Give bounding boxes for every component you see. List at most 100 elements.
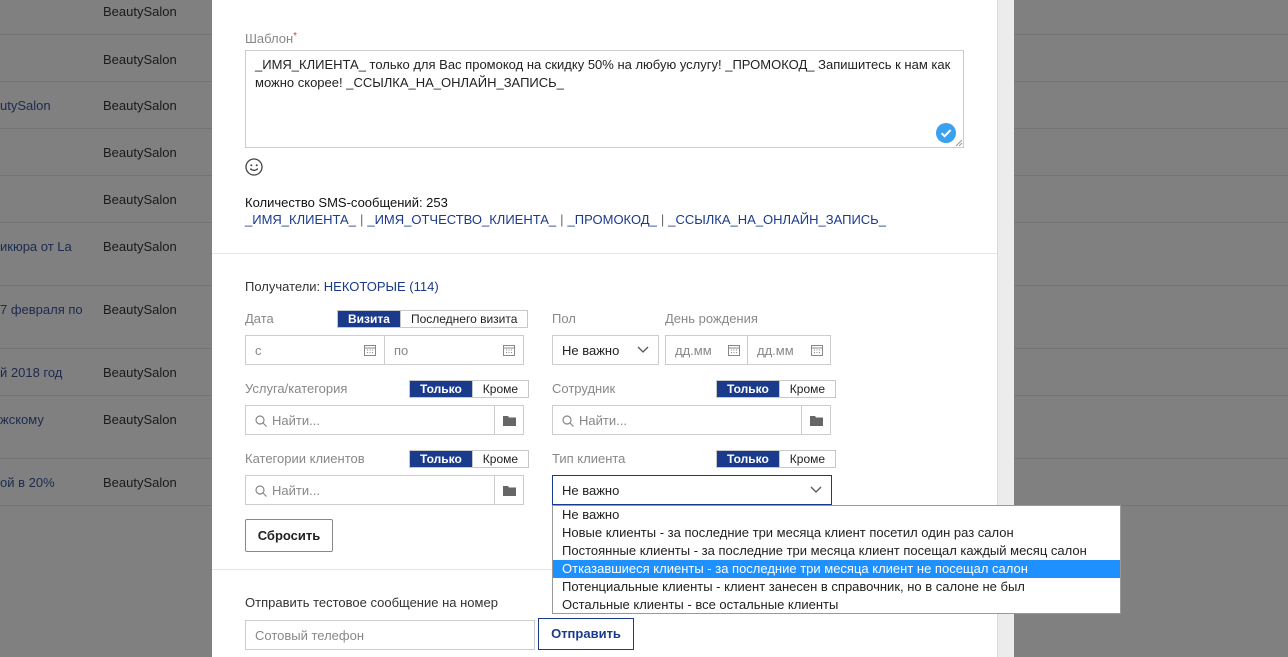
gender-label: Пол bbox=[552, 311, 576, 326]
date-to-placeholder: по bbox=[394, 343, 409, 358]
dropdown-option-highlighted[interactable]: Отказавшиеся клиенты - за последние три … bbox=[553, 560, 1120, 578]
list-item-salon: BeautySalon bbox=[103, 98, 177, 113]
toggle-only[interactable]: Только bbox=[410, 451, 472, 467]
list-item-salon: BeautySalon bbox=[103, 302, 177, 317]
service-folder-button[interactable] bbox=[494, 405, 524, 435]
list-item-name: utySalon bbox=[0, 98, 51, 113]
list-item-salon: BeautySalon bbox=[103, 239, 177, 254]
test-message-label: Отправить тестовое сообщение на номер bbox=[245, 595, 498, 610]
date-label: Дата bbox=[245, 311, 274, 326]
folder-icon bbox=[810, 416, 823, 426]
chevron-down-icon bbox=[637, 346, 649, 353]
list-item-name: жскому bbox=[0, 412, 44, 427]
emoji-icon[interactable] bbox=[245, 158, 263, 176]
dropdown-option[interactable]: Новые клиенты - за последние три месяца … bbox=[553, 524, 1120, 542]
toggle-visit[interactable]: Визита bbox=[338, 311, 400, 327]
search-icon bbox=[255, 485, 267, 497]
required-mark: * bbox=[293, 31, 298, 42]
employee-label: Сотрудник bbox=[552, 381, 616, 396]
list-item-name: й 2018 год bbox=[0, 365, 63, 380]
template-textarea[interactable]: _ИМЯ_КЛИЕНТА_ только для Вас промокод на… bbox=[245, 50, 964, 148]
chevron-down-icon bbox=[810, 486, 822, 493]
dropdown-option[interactable]: Остальные клиенты - все остальные клиент… bbox=[553, 596, 1120, 614]
gender-value: Не важно bbox=[562, 343, 620, 358]
list-item-salon: BeautySalon bbox=[103, 52, 177, 67]
check-icon bbox=[936, 123, 956, 143]
calendar-icon bbox=[503, 345, 515, 356]
birthday-from-input[interactable]: дд.мм bbox=[665, 335, 748, 365]
list-item-name: 7 февраля по bbox=[0, 302, 83, 317]
birthday-from-placeholder: дд.мм bbox=[675, 343, 712, 358]
dropdown-option[interactable]: Не важно bbox=[553, 506, 1120, 524]
variable-link[interactable]: _ИМЯ_КЛИЕНТА_ bbox=[245, 212, 356, 227]
date-to-input[interactable]: по bbox=[384, 335, 524, 365]
toggle-only[interactable]: Только bbox=[410, 381, 472, 397]
search-icon bbox=[255, 415, 267, 427]
separator: | bbox=[660, 212, 665, 227]
phone-placeholder: Сотовый телефон bbox=[255, 628, 365, 643]
date-from-placeholder: с bbox=[255, 343, 262, 358]
toggle-except[interactable]: Кроме bbox=[778, 451, 836, 467]
toggle-only[interactable]: Только bbox=[717, 381, 779, 397]
birthday-label: День рождения bbox=[665, 311, 758, 326]
toggle-except[interactable]: Кроме bbox=[778, 381, 836, 397]
folder-icon bbox=[503, 416, 516, 426]
search-icon bbox=[562, 415, 574, 427]
gender-select[interactable]: Не важно bbox=[552, 335, 659, 365]
reset-button[interactable]: Сбросить bbox=[245, 519, 333, 552]
client-type-dropdown: Не важно Новые клиенты - за последние тр… bbox=[552, 505, 1121, 614]
sms-count: Количество SMS-сообщений: 253 bbox=[245, 195, 448, 210]
dropdown-option[interactable]: Потенциальные клиенты - клиент занесен в… bbox=[553, 578, 1120, 596]
list-item-salon: BeautySalon bbox=[103, 4, 177, 19]
template-label: Шаблон* bbox=[245, 31, 298, 46]
employee-folder-button[interactable] bbox=[801, 405, 831, 435]
resize-grip-icon[interactable] bbox=[955, 139, 963, 147]
service-label: Услуга/категория bbox=[245, 381, 348, 396]
date-from-input[interactable]: с bbox=[245, 335, 385, 365]
birthday-to-placeholder: дд.мм bbox=[757, 343, 794, 358]
toggle-last-visit[interactable]: Последнего визита bbox=[399, 311, 528, 327]
employee-search-input[interactable]: Найти... bbox=[552, 405, 803, 435]
folder-icon bbox=[503, 486, 516, 496]
list-item-salon: BeautySalon bbox=[103, 365, 177, 380]
send-button[interactable]: Отправить bbox=[538, 618, 634, 650]
toggle-except[interactable]: Кроме bbox=[471, 381, 529, 397]
toggle-only[interactable]: Только bbox=[717, 451, 779, 467]
client-categories-label: Категории клиентов bbox=[245, 451, 365, 466]
client-type-select[interactable]: Не важно bbox=[552, 475, 832, 505]
client-type-value: Не важно bbox=[562, 483, 620, 498]
recipients-label: Получатели: bbox=[245, 279, 321, 294]
date-type-toggle: Визита Последнего визита bbox=[337, 310, 529, 328]
client-type-label: Тип клиента bbox=[552, 451, 626, 466]
dropdown-option[interactable]: Постоянные клиенты - за последние три ме… bbox=[553, 542, 1120, 560]
variable-link[interactable]: _ИМЯ_ОТЧЕСТВО_КЛИЕНТА_ bbox=[367, 212, 556, 227]
client-type-mode-toggle: Только Кроме bbox=[716, 450, 837, 468]
employee-mode-toggle: Только Кроме bbox=[716, 380, 837, 398]
list-item-salon: BeautySalon bbox=[103, 412, 177, 427]
phone-input[interactable]: Сотовый телефон bbox=[245, 620, 535, 650]
recipients-link[interactable]: НЕКОТОРЫЕ (114) bbox=[324, 279, 439, 294]
calendar-icon bbox=[364, 345, 376, 356]
client-categories-search-input[interactable]: Найти... bbox=[245, 475, 496, 505]
list-item-salon: BeautySalon bbox=[103, 145, 177, 160]
calendar-icon bbox=[811, 345, 823, 356]
template-text: _ИМЯ_КЛИЕНТА_ только для Вас промокод на… bbox=[255, 57, 951, 90]
list-item-name: ой в 20% bbox=[0, 475, 55, 490]
list-item-salon: BeautySalon bbox=[103, 475, 177, 490]
employee-placeholder: Найти... bbox=[579, 413, 627, 428]
section-divider bbox=[212, 253, 997, 254]
service-placeholder: Найти... bbox=[272, 413, 320, 428]
birthday-to-input[interactable]: дд.мм bbox=[747, 335, 831, 365]
recipients: Получатели: НЕКОТОРЫЕ (114) bbox=[245, 279, 439, 294]
service-mode-toggle: Только Кроме bbox=[409, 380, 530, 398]
toggle-except[interactable]: Кроме bbox=[471, 451, 529, 467]
variable-link[interactable]: _ССЫЛКА_НА_ОНЛАЙН_ЗАПИСЬ_ bbox=[668, 212, 886, 227]
variable-link[interactable]: _ПРОМОКОД_ bbox=[568, 212, 657, 227]
service-search-input[interactable]: Найти... bbox=[245, 405, 496, 435]
list-item-salon: BeautySalon bbox=[103, 192, 177, 207]
client-categories-folder-button[interactable] bbox=[494, 475, 524, 505]
separator: | bbox=[560, 212, 564, 227]
list-item-name: икюра от La bbox=[0, 239, 72, 254]
separator: | bbox=[359, 212, 364, 227]
calendar-icon bbox=[728, 345, 740, 356]
